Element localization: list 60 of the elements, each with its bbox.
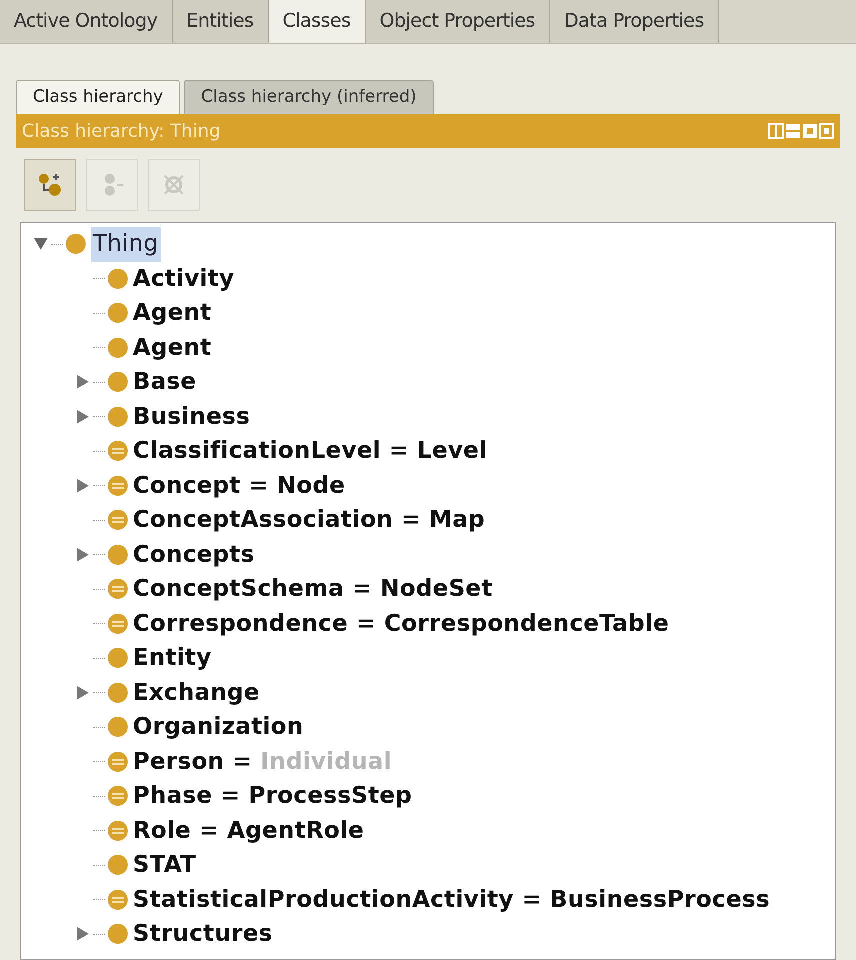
class-icon [107, 923, 129, 946]
class-icon [107, 268, 129, 290]
expand-arrow-icon[interactable] [75, 478, 91, 494]
class-icon [107, 854, 129, 876]
class-name[interactable]: Correspondence = CorrespondenceTable [133, 606, 670, 641]
class-name[interactable]: Agent [133, 330, 212, 365]
class-icon [65, 233, 87, 256]
class-name[interactable]: Concept = Node [133, 468, 346, 503]
class-name[interactable]: Agent [133, 296, 212, 330]
toolbar-button[interactable] [24, 159, 76, 211]
class-name[interactable]: Exchange [133, 676, 260, 710]
class-name[interactable]: Person = Individual [133, 744, 392, 779]
view-title: Class hierarchy: Thing [22, 120, 221, 144]
class-name[interactable]: Activity [133, 262, 235, 296]
class-name[interactable]: ConceptSchema = NodeSet [133, 572, 493, 606]
class-name[interactable]: Entity [133, 641, 212, 676]
defined-class-icon [107, 888, 129, 911]
class-name[interactable]: Base [133, 365, 197, 400]
defined-class-icon [107, 509, 129, 532]
main-tab[interactable]: Data Properties [550, 0, 720, 43]
defined-class-icon [107, 750, 129, 773]
class-icon [107, 302, 129, 324]
class-name[interactable]: Concepts [133, 538, 255, 572]
view-tab[interactable]: Class hierarchy (inferred) [184, 80, 434, 114]
main-tab[interactable]: Entities [172, 0, 269, 43]
class-name[interactable]: STAT [133, 848, 196, 882]
expand-arrow-icon[interactable] [75, 374, 91, 390]
defined-class-icon [107, 578, 129, 600]
class-name[interactable]: Structures [133, 917, 273, 952]
main-tab[interactable]: Classes [268, 0, 366, 43]
defined-class-icon [107, 820, 129, 842]
class-name[interactable]: Thing [91, 227, 161, 262]
defined-class-icon [107, 612, 129, 635]
class-icon [107, 647, 129, 670]
expand-arrow-icon[interactable] [75, 408, 91, 425]
defined-class-icon [107, 440, 129, 462]
class-name[interactable]: Role = AgentRole [133, 814, 364, 848]
expand-arrow-icon[interactable] [75, 926, 91, 942]
class-name[interactable]: ConceptAssociation = Map [133, 503, 486, 538]
class-icon [107, 544, 129, 566]
class-name[interactable]: Business [133, 400, 250, 434]
view-controls-icon[interactable] [768, 123, 834, 139]
add-subclass-icon [36, 171, 64, 199]
class-icon [107, 406, 129, 428]
defined-class-icon [107, 474, 129, 497]
defined-class-icon [107, 785, 129, 808]
class-icon [107, 716, 129, 738]
class-name[interactable]: Phase = ProcessStep [133, 779, 412, 814]
main-tab[interactable]: Active Ontology [0, 0, 173, 43]
class-name[interactable]: StatisticalProductionActivity = BusinessProcess [133, 882, 770, 917]
view-tab[interactable]: Class hierarchy [16, 80, 180, 114]
class-icon [107, 371, 129, 394]
expand-arrow-icon[interactable] [75, 546, 91, 563]
class-icon [107, 682, 129, 704]
main-tab[interactable]: Object Properties [366, 0, 550, 43]
class-name[interactable]: Organization [133, 710, 304, 744]
class-icon [107, 336, 129, 359]
class-name[interactable]: ClassificationLevel = Level [133, 434, 488, 468]
collapse-arrow-icon[interactable] [33, 236, 49, 252]
expand-arrow-icon[interactable] [75, 684, 91, 701]
